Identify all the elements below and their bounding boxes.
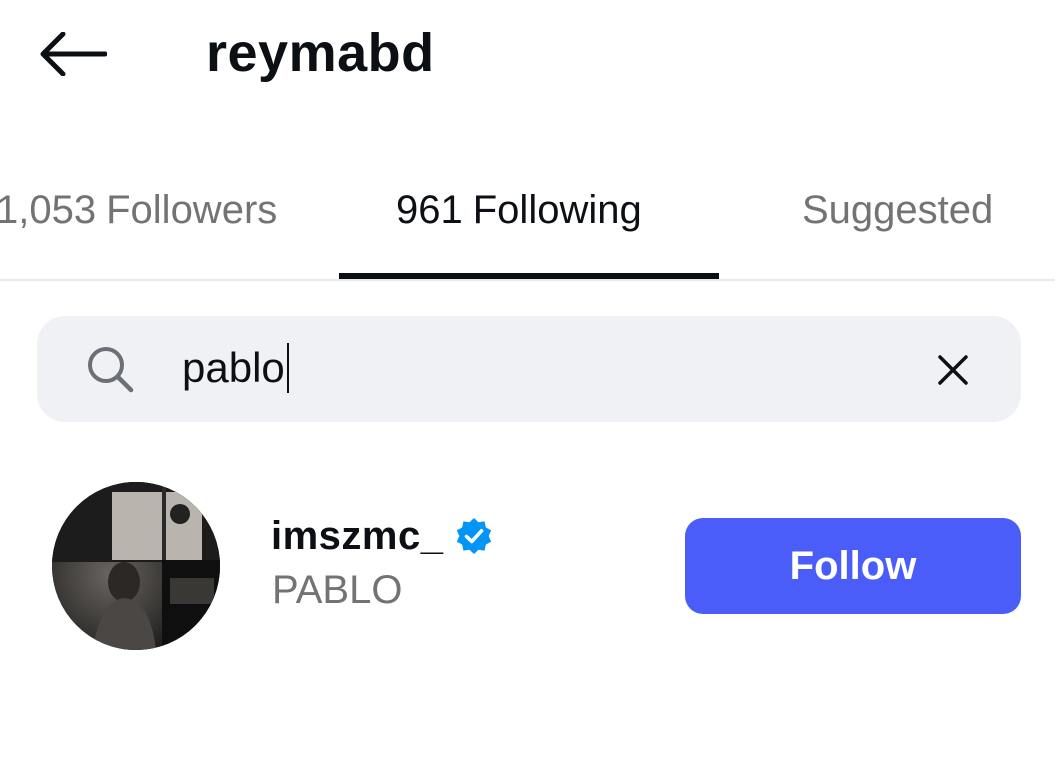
back-button[interactable] <box>36 24 110 84</box>
page-title: reymabd <box>206 23 435 83</box>
search-input-value: pablo <box>182 344 285 391</box>
search-icon <box>88 347 134 393</box>
follow-button[interactable]: Follow <box>685 518 1021 614</box>
tab-following[interactable]: 961 Following <box>396 184 642 236</box>
avatar[interactable] <box>52 482 220 650</box>
tab-label: Suggested <box>802 188 994 232</box>
tab-followers[interactable]: 1,053 Followers <box>0 184 277 236</box>
search-input[interactable]: pablo <box>182 338 289 398</box>
tab-label: Followers <box>106 188 278 232</box>
tab-suggested[interactable]: Suggested <box>802 184 993 236</box>
arrow-left-icon <box>40 32 107 76</box>
header: reymabd <box>0 0 1055 110</box>
tab-bar: 1,053 Followers 961 Following Suggested <box>0 160 1055 282</box>
following-screen: reymabd 1,053 Followers 961 Following Sugg… <box>0 0 1055 762</box>
avatar-photo <box>52 482 220 650</box>
tab-label: Following <box>472 188 642 232</box>
username[interactable]: imszmc_ <box>271 512 443 560</box>
tab-count: 961 <box>396 188 463 232</box>
verified-badge-icon <box>456 518 492 554</box>
list-item[interactable]: imszmc_ PABLO Follow <box>0 470 1055 670</box>
divider <box>0 279 1055 281</box>
full-name: PABLO <box>272 568 403 612</box>
text-cursor <box>286 343 289 393</box>
tab-count: 1,053 <box>0 188 97 232</box>
search-bar[interactable]: pablo <box>37 316 1021 422</box>
close-icon[interactable] <box>933 350 973 390</box>
